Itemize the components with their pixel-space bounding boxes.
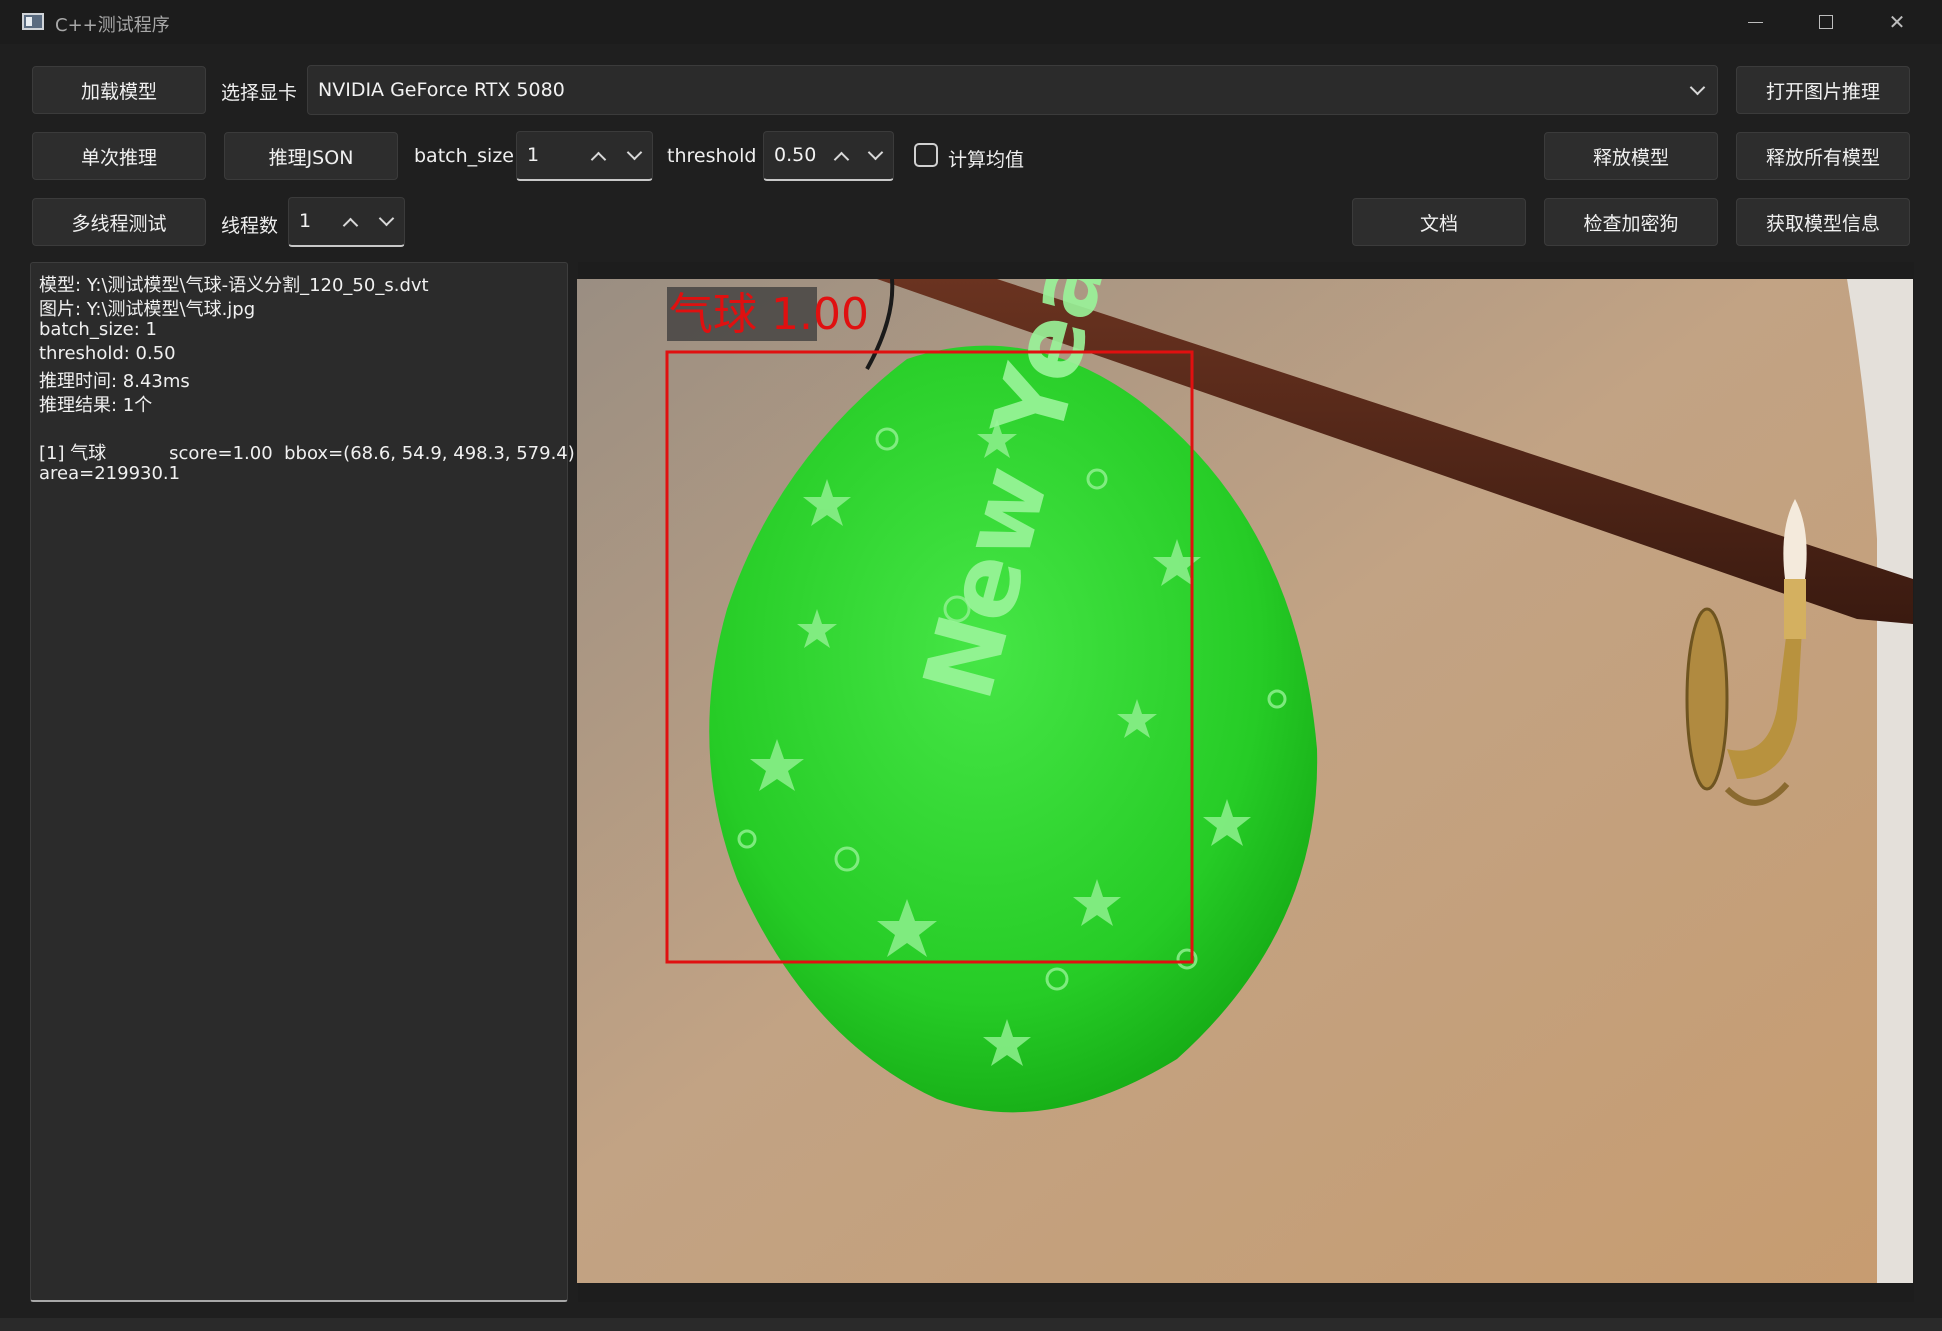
multithread-test-button[interactable]: 多线程测试 bbox=[32, 198, 206, 246]
chevron-down-icon[interactable] bbox=[626, 144, 643, 161]
log-line: batch_size: 1 bbox=[39, 319, 157, 340]
log-line: 推理时间: 8.43ms bbox=[39, 371, 190, 392]
docs-button[interactable]: 文档 bbox=[1352, 198, 1526, 246]
threshold-value: 0.50 bbox=[774, 144, 817, 166]
mean-checkbox-label: 计算均值 bbox=[948, 149, 1025, 171]
release-all-models-button[interactable]: 释放所有模型 bbox=[1736, 132, 1910, 180]
batch-size-label: batch_size bbox=[414, 145, 514, 167]
log-line: threshold: 0.50 bbox=[39, 343, 176, 364]
result-log[interactable]: 模型: Y:\测试模型\气球-语义分割_120_50_s.dvt 图片: Y:\… bbox=[30, 262, 575, 1302]
load-model-button[interactable]: 加载模型 bbox=[32, 66, 206, 114]
gpu-select[interactable]: NVIDIA GeForce RTX 5080 bbox=[307, 65, 1718, 115]
infer-json-button[interactable]: 推理JSON bbox=[224, 132, 398, 180]
gpu-select-value: NVIDIA GeForce RTX 5080 bbox=[318, 79, 565, 101]
chevron-down-icon bbox=[1689, 79, 1706, 96]
thread-count-stepper[interactable]: 1 bbox=[288, 197, 405, 247]
detection-label: 气球 1.00 bbox=[669, 289, 869, 340]
gpu-select-label: 选择显卡 bbox=[221, 82, 298, 104]
log-line: [1] 气球 score=1.00 bbox=(68.6, 54.9, 498.… bbox=[39, 443, 575, 464]
status-strip bbox=[0, 1318, 1942, 1331]
batch-size-value: 1 bbox=[527, 144, 540, 166]
thread-count-value: 1 bbox=[299, 210, 312, 232]
chevron-up-icon[interactable] bbox=[833, 151, 850, 168]
log-line: 推理结果: 1个 bbox=[39, 395, 153, 416]
log-line: 模型: Y:\测试模型\气球-语义分割_120_50_s.dvt bbox=[39, 275, 429, 296]
result-image: New Year 气球 1.00 bbox=[577, 279, 1913, 1283]
thread-count-label: 线程数 bbox=[221, 215, 279, 237]
check-dongle-button[interactable]: 检查加密狗 bbox=[1544, 198, 1718, 246]
chevron-up-icon[interactable] bbox=[590, 151, 607, 168]
close-icon[interactable]: ✕ bbox=[1867, 0, 1927, 44]
minimize-icon[interactable] bbox=[1725, 0, 1785, 44]
log-line: 图片: Y:\测试模型\气球.jpg bbox=[39, 299, 256, 320]
maximize-icon[interactable] bbox=[1796, 0, 1856, 44]
window-title: C++测试程序 bbox=[55, 15, 170, 36]
chevron-up-icon[interactable] bbox=[342, 217, 359, 234]
batch-size-stepper[interactable]: 1 bbox=[516, 131, 653, 181]
threshold-stepper[interactable]: 0.50 bbox=[763, 131, 894, 181]
title-bar: C++测试程序 ✕ bbox=[0, 0, 1942, 44]
mean-checkbox[interactable] bbox=[914, 143, 938, 167]
chevron-down-icon[interactable] bbox=[378, 210, 395, 227]
get-model-info-button[interactable]: 获取模型信息 bbox=[1736, 198, 1910, 246]
chevron-down-icon[interactable] bbox=[867, 144, 884, 161]
log-line: area=219930.1 bbox=[39, 463, 181, 484]
open-image-infer-button[interactable]: 打开图片推理 bbox=[1736, 66, 1910, 114]
single-infer-button[interactable]: 单次推理 bbox=[32, 132, 206, 180]
threshold-label: threshold bbox=[667, 145, 757, 167]
release-model-button[interactable]: 释放模型 bbox=[1544, 132, 1718, 180]
app-icon bbox=[22, 13, 44, 30]
